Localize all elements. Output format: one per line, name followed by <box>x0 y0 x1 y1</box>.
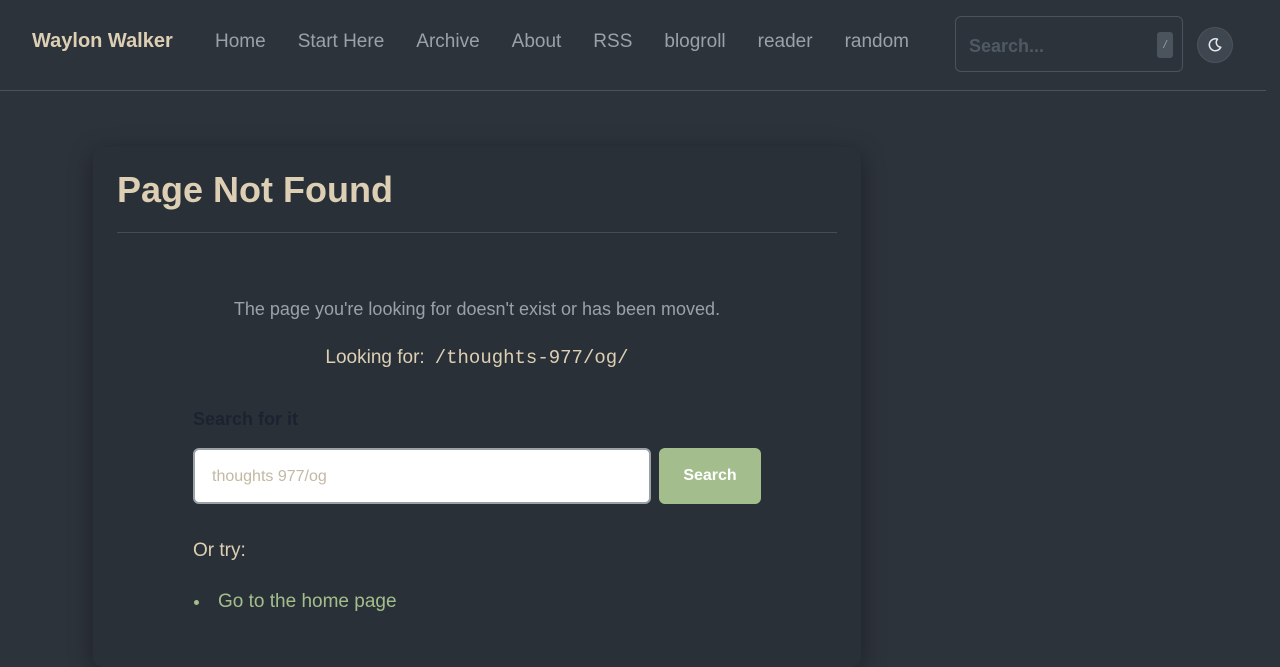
nav-link-about[interactable]: About <box>512 30 562 54</box>
title-divider <box>117 232 837 233</box>
header-search-input[interactable] <box>967 31 1151 61</box>
nav-link-home[interactable]: Home <box>215 30 266 54</box>
not-found-message: The page you're looking for doesn't exis… <box>233 299 721 319</box>
nav-link-start-here[interactable]: Start Here <box>298 30 385 54</box>
or-try-label: Or try: <box>193 540 246 561</box>
list-item: Go to the home page <box>193 590 397 614</box>
site-brand-link[interactable]: Waylon Walker <box>32 30 173 53</box>
bullet-icon <box>194 600 199 605</box>
search-input[interactable] <box>210 463 634 491</box>
nav-link-random[interactable]: random <box>845 30 909 54</box>
site-header: Waylon Walker Home Start Here Archive Ab… <box>0 0 1266 91</box>
nav-link-rss[interactable]: RSS <box>593 30 632 54</box>
home-page-link[interactable]: Go to the home page <box>218 591 397 612</box>
looking-for-label: Looking for: <box>325 347 425 368</box>
nav-link-blogroll[interactable]: blogroll <box>664 30 725 54</box>
theme-toggle-button[interactable] <box>1197 27 1233 63</box>
search-button[interactable]: Search <box>659 448 761 504</box>
nav-link-reader[interactable]: reader <box>758 30 813 54</box>
search-shortcut-hint: / <box>1157 32 1173 58</box>
page-title: Page Not Found <box>117 169 393 210</box>
moon-icon <box>1208 38 1222 52</box>
header-search-box: / <box>955 16 1183 72</box>
not-found-card: Page Not Found The page you're looking f… <box>93 147 861 667</box>
search-label: Search for it <box>193 409 299 429</box>
search-field-wrapper <box>193 448 651 504</box>
suggestion-list: Go to the home page <box>193 590 397 614</box>
main-nav: Home Start Here Archive About RSS blogro… <box>215 30 941 54</box>
looking-for-line: Looking for: /thoughts-977/og/ <box>93 347 861 369</box>
missing-path: /thoughts-977/og/ <box>434 347 629 369</box>
nav-link-archive[interactable]: Archive <box>416 30 479 54</box>
